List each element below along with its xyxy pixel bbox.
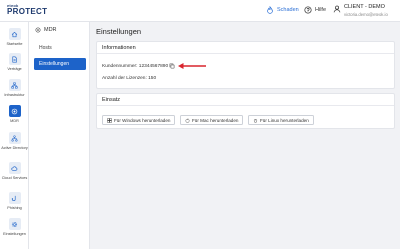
top-header: eteok PROTECT Schaden Hilfe CLIENT - DEM…: [0, 0, 400, 22]
sidebar-label-phishing: Phishing: [7, 205, 22, 210]
subnav-header: MDR: [35, 27, 57, 33]
annotation-arrow: [178, 63, 206, 69]
cloud-icon: [11, 165, 18, 171]
info-card: Informationen Kundennummer: 12344567890 …: [96, 41, 395, 89]
sidebar-label-startseite: Startseite: [6, 41, 23, 46]
subnav-item-einstellungen[interactable]: Einstellungen: [34, 58, 86, 70]
sidebar-label-mdr: MDR: [10, 118, 19, 123]
home-icon: [11, 31, 18, 37]
sidebar-item-cloud-services[interactable]: Cloud Services: [0, 162, 29, 180]
windows-icon: [107, 117, 112, 123]
subnav-item-hosts[interactable]: Hosts: [34, 42, 86, 54]
sidebar-item-startseite[interactable]: Startseite: [0, 28, 29, 46]
download-windows-button[interactable]: Für Windows herunterladen: [102, 115, 176, 125]
sidebar-label-infrastruktur: Infrastruktur: [4, 92, 25, 97]
sidebar-item-infrastruktur[interactable]: Infrastruktur: [0, 79, 29, 97]
user-name: CLIENT - DEMO: [344, 4, 385, 10]
sidebar-label-einstellungen: Einstellungen: [3, 231, 26, 236]
document-icon: [12, 56, 17, 62]
sidebar-item-einstellungen[interactable]: Einstellungen: [0, 218, 29, 236]
user-email: victoria.demo@eteok.io: [344, 11, 388, 17]
sidebar-label-active-directory: Active Directory: [1, 145, 28, 150]
page-title: Einstellungen: [96, 27, 142, 36]
gear-icon: [11, 221, 18, 227]
customer-number: Kundennummer: 12344567890: [102, 64, 169, 69]
download-windows-label: Für Windows herunterladen: [114, 117, 171, 123]
user-icon: [333, 5, 341, 13]
main-sidebar: Startseite Verträge Infrastruktur MDR Ac…: [0, 22, 29, 249]
flame-icon: [267, 6, 273, 14]
subnav-title: MDR: [44, 27, 57, 33]
hook-icon: [11, 195, 16, 201]
download-linux-button[interactable]: Für Linux herunterladen: [248, 115, 314, 125]
network-icon: [11, 82, 18, 88]
copy-icon[interactable]: [169, 63, 175, 69]
license-count: Anzahl der Lizenzen: 150: [102, 76, 157, 81]
sidebar-item-mdr[interactable]: MDR: [0, 105, 29, 123]
shield-icon: [11, 108, 18, 114]
brand-logo[interactable]: eteok PROTECT: [7, 4, 47, 16]
tree-icon: [11, 134, 18, 141]
hilfe-button[interactable]: Hilfe: [304, 6, 326, 14]
secondary-nav: MDR Hosts Einstellungen: [29, 22, 90, 249]
sidebar-item-phishing[interactable]: Phishing: [0, 192, 29, 210]
hilfe-label: Hilfe: [315, 7, 327, 13]
schaden-button[interactable]: Schaden: [266, 6, 299, 14]
schaden-label: Schaden: [277, 7, 299, 13]
sidebar-item-vertraege[interactable]: Verträge: [0, 53, 29, 71]
sidebar-item-active-directory[interactable]: Active Directory: [0, 132, 29, 150]
apple-icon: [185, 117, 190, 123]
user-menu[interactable]: CLIENT - DEMO victoria.demo@eteok.io: [333, 4, 388, 17]
download-mac-label: Für Mac herunterladen: [192, 117, 239, 123]
download-mac-button[interactable]: Für Mac herunterladen: [180, 115, 244, 125]
shield-icon: [35, 27, 41, 33]
download-linux-label: Für Linux herunterladen: [260, 117, 309, 123]
linux-icon: [253, 118, 258, 123]
sidebar-label-vertraege: Verträge: [7, 66, 22, 71]
info-card-heading: Informationen: [97, 42, 394, 54]
sidebar-label-cloud-services: Cloud Services: [1, 175, 28, 180]
einsatz-card-heading: Einsatz: [97, 94, 394, 106]
help-icon: [304, 6, 312, 14]
einsatz-card: Einsatz Für Windows herunterladen Für Ma…: [96, 93, 395, 129]
logo-main-text: PROTECT: [7, 7, 48, 16]
